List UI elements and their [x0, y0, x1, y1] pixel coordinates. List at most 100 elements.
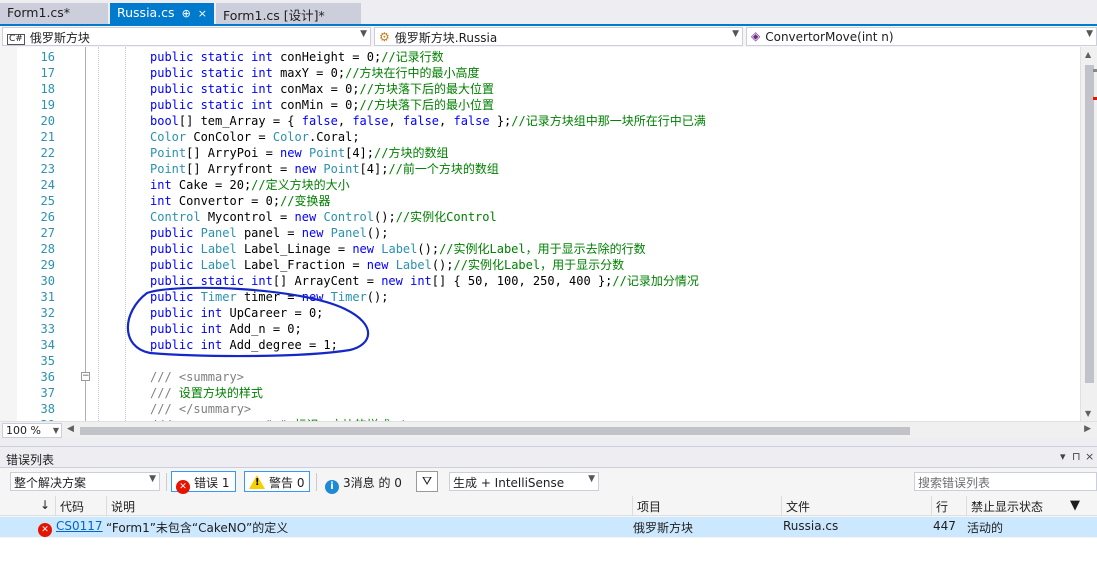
zoom-dropdown[interactable]: 100 % ▼: [2, 423, 62, 438]
class-dropdown[interactable]: ⚙ 俄罗斯方块.Russia ▼: [374, 27, 743, 46]
document-tab-strip: Form1.cs* Russia.cs ⊕ × Form1.cs [设计]*: [0, 0, 1097, 26]
error-code-link[interactable]: CS0117: [53, 517, 103, 537]
search-error-list-input[interactable]: 搜索错误列表: [914, 472, 1097, 491]
column-line[interactable]: 行: [931, 496, 967, 516]
code-text[interactable]: public static int[] ArrayCent = new int[…: [150, 273, 699, 289]
code-text[interactable]: Point[] Arryfront = new Point[4];//前一个方块…: [150, 161, 499, 177]
scroll-down-icon[interactable]: ▼: [1085, 409, 1091, 418]
code-text[interactable]: Control Mycontrol = new Control();//实例化C…: [150, 209, 497, 225]
vertical-scrollbar[interactable]: ▲ ▼: [1080, 47, 1097, 421]
toolbar-separator: [166, 473, 167, 491]
messages-filter-button[interactable]: i 3消息 的 0: [320, 471, 408, 494]
code-text[interactable]: public int Add_degree = 1;: [150, 337, 338, 353]
code-line[interactable]: 26 Control Mycontrol = new Control();//实例…: [0, 209, 1080, 225]
code-token: 设置方块的样式: [171, 386, 263, 400]
tab-form1-designer[interactable]: Form1.cs [设计]*: [216, 3, 361, 24]
tab-form1-cs[interactable]: Form1.cs*: [0, 3, 108, 24]
sort-icon[interactable]: ↓: [36, 496, 56, 516]
code-line[interactable]: 34 public int Add_degree = 1;: [0, 337, 1080, 353]
code-text[interactable]: public Panel panel = new Panel();: [150, 225, 388, 241]
code-token: new int: [381, 274, 432, 288]
code-token: new: [366, 258, 389, 272]
column-file[interactable]: 文件: [781, 496, 932, 516]
code-text[interactable]: public int Add_n = 0;: [150, 321, 302, 337]
code-line[interactable]: 16 public static int conHeight = 0;//记录行数: [0, 49, 1080, 65]
code-text[interactable]: bool[] tem_Array = { false, false, false…: [150, 113, 706, 129]
scroll-left-icon[interactable]: ◀: [67, 424, 74, 434]
code-line[interactable]: 22 Point[] ArryPoi = new Point[4];//方块的数组: [0, 145, 1080, 161]
code-token: //方块在行中的最小高度: [345, 66, 480, 80]
pin-icon[interactable]: ⊓: [1072, 450, 1081, 463]
column-description[interactable]: 说明: [106, 496, 633, 516]
code-text[interactable]: Point[] ArryPoi = new Point[4];//方块的数组: [150, 145, 448, 161]
code-token: Add_degree = 1;: [229, 338, 338, 352]
code-line[interactable]: 37 /// 设置方块的样式: [0, 385, 1080, 401]
code-text[interactable]: /// </summary>: [150, 401, 251, 417]
code-text[interactable]: public static int conHeight = 0;//记录行数: [150, 49, 444, 65]
code-editor[interactable]: 16 public static int conHeight = 0;//记录行数…: [0, 47, 1097, 421]
code-text[interactable]: int Cake = 20;//定义方块的大小: [150, 177, 350, 193]
column-suppression-state[interactable]: 禁止显示状态: [966, 496, 1066, 516]
code-text[interactable]: int Convertor = 0;//变换器: [150, 193, 331, 209]
code-line[interactable]: 33 public int Add_n = 0;: [0, 321, 1080, 337]
info-icon: i: [325, 480, 339, 494]
code-line[interactable]: 36 /// <summary>: [0, 369, 1080, 385]
column-project[interactable]: 项目: [632, 496, 782, 516]
pin-icon[interactable]: ⊕: [182, 7, 191, 20]
code-line[interactable]: 32 public int UpCareer = 0;: [0, 305, 1080, 321]
code-line[interactable]: 27 public Panel panel = new Panel();: [0, 225, 1080, 241]
scroll-right-icon[interactable]: ▶: [1084, 424, 1091, 434]
dropdown-icon[interactable]: ▾: [1060, 450, 1066, 463]
code-line[interactable]: 29 public Label Label_Fraction = new Labe…: [0, 257, 1080, 273]
code-line[interactable]: 21 Color ConColor = Color.Coral;: [0, 129, 1080, 145]
code-line[interactable]: 35: [0, 353, 1080, 369]
code-token: [] tem_Array = {: [178, 114, 302, 128]
member-dropdown[interactable]: ◈ ConvertorMove(int n) ▼: [746, 27, 1097, 46]
code-text[interactable]: public int UpCareer = 0;: [150, 305, 323, 321]
horizontal-scrollbar-thumb[interactable]: [80, 427, 910, 435]
scope-dropdown[interactable]: 整个解决方案 ▼: [10, 472, 160, 491]
project-dropdown[interactable]: C# 俄罗斯方块 ▼: [2, 27, 371, 46]
filter-icon[interactable]: ▼: [1066, 496, 1097, 516]
tab-russia-cs[interactable]: Russia.cs ⊕ ×: [110, 3, 214, 26]
build-intellisense-dropdown[interactable]: 生成 + IntelliSense ▼: [449, 472, 599, 491]
code-text[interactable]: /// 设置方块的样式: [150, 385, 263, 401]
code-line[interactable]: 17 public static int maxY = 0;//方块在行中的最小高…: [0, 65, 1080, 81]
code-token: Add_n = 0;: [229, 322, 302, 336]
collapse-icon[interactable]: −: [81, 372, 90, 381]
errors-filter-button[interactable]: ✕ 错误 1: [171, 471, 236, 494]
code-text[interactable]: public Label Label_Linage = new Label();…: [150, 241, 646, 257]
close-icon[interactable]: ×: [1085, 450, 1094, 463]
column-code[interactable]: 代码: [55, 496, 107, 516]
code-text[interactable]: public Timer timer = new Timer();: [150, 289, 388, 305]
code-line[interactable]: 31 public Timer timer = new Timer();: [0, 289, 1080, 305]
code-text[interactable]: public static int conMax = 0;//方块落下后的最大位…: [150, 81, 494, 97]
warnings-filter-button[interactable]: 警告 0: [244, 471, 310, 492]
code-line[interactable]: 38 /// </summary>: [0, 401, 1080, 417]
code-text[interactable]: public Label Label_Fraction = new Label(…: [150, 257, 624, 273]
code-token: ();: [366, 226, 389, 240]
close-icon[interactable]: ×: [198, 7, 207, 20]
line-number: 34: [40, 338, 55, 352]
table-row[interactable]: ✕ CS0117 “Form1”未包含“CakeNO”的定义 俄罗斯方块 Rus…: [0, 517, 1097, 537]
code-line[interactable]: 23 Point[] Arryfront = new Point[4];//前一个…: [0, 161, 1080, 177]
code-line[interactable]: 24 int Cake = 20;//定义方块的大小: [0, 177, 1080, 193]
scroll-up-icon[interactable]: ▲: [1085, 50, 1091, 59]
code-line[interactable]: 30 public static int[] ArrayCent = new in…: [0, 273, 1080, 289]
filter-icon[interactable]: ⛛: [416, 471, 438, 492]
code-line[interactable]: 20 bool[] tem_Array = { false, false, fal…: [0, 113, 1080, 129]
code-text[interactable]: public static int conMin = 0;//方块落下后的最小位…: [150, 97, 494, 113]
code-line[interactable]: 19 public static int conMin = 0;//方块落下后的最…: [0, 97, 1080, 113]
scrollbar-thumb[interactable]: [1085, 65, 1094, 383]
code-text[interactable]: public static int maxY = 0;//方块在行中的最小高度: [150, 65, 480, 81]
code-line[interactable]: 25 int Convertor = 0;//变换器: [0, 193, 1080, 209]
code-text[interactable]: Color ConColor = Color.Coral;: [150, 129, 360, 145]
code-line[interactable]: 28 public Label Label_Linage = new Label(…: [0, 241, 1080, 257]
code-token: conHeight = 0;: [280, 50, 382, 64]
code-line[interactable]: 18 public static int conMax = 0;//方块落下后的最…: [0, 81, 1080, 97]
code-token: [] ArryPoi =: [186, 146, 281, 160]
code-text[interactable]: /// <summary>: [150, 369, 244, 385]
